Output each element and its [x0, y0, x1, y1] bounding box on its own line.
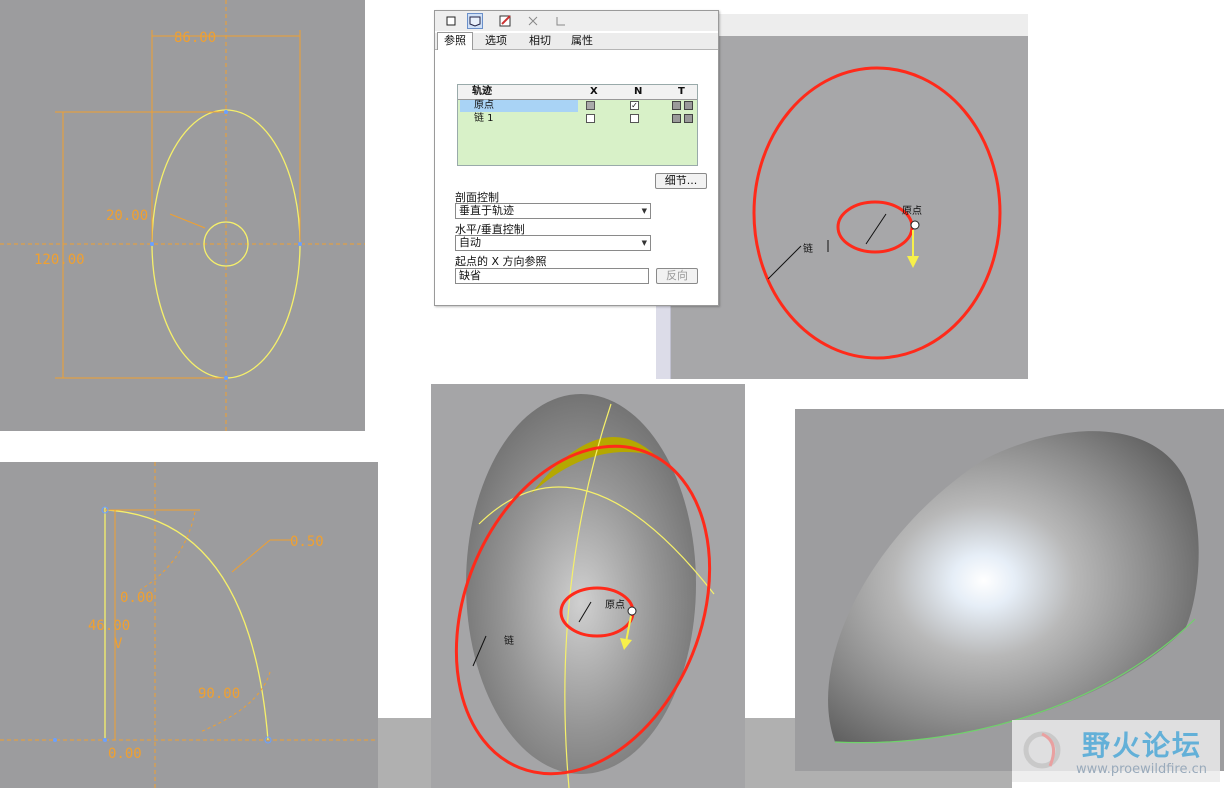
x-reference-label: 起点的 X 方向参照: [455, 255, 547, 268]
axis-v-label: V: [114, 636, 123, 652]
trajectory-table: 轨迹 X N T 原点 ✓ 链 1: [457, 84, 698, 166]
hv-control-value: 自动: [459, 236, 481, 249]
thin-icon[interactable]: [553, 13, 569, 29]
x-checkbox[interactable]: [586, 114, 595, 123]
watermark: 野火论坛 www.proewildfire.cn: [1012, 720, 1220, 782]
dialog-tabs: 参照 选项 相切 属性: [435, 32, 718, 50]
t-toggle[interactable]: [684, 114, 693, 123]
viewport-bottom-right-canvas: [828, 431, 1199, 744]
section-control-select[interactable]: 垂直于轨迹 ▼: [455, 203, 651, 219]
sketch-top-left-canvas: 86.00 120.00 20.00: [0, 0, 365, 431]
dim-top[interactable]: 0.50: [290, 534, 324, 550]
dome-model[interactable]: [828, 431, 1199, 743]
n-checkbox[interactable]: ✓: [630, 101, 639, 110]
origin-label: 原点: [605, 599, 625, 611]
trajectory-origin[interactable]: [836, 200, 914, 254]
trim-icon[interactable]: [525, 13, 541, 29]
tab-references[interactable]: 参照: [437, 32, 473, 50]
n-checkbox[interactable]: [630, 114, 639, 123]
header-n: N: [634, 86, 643, 97]
origin-label: 原点: [902, 205, 922, 217]
flip-button[interactable]: 反向: [656, 268, 698, 284]
dim-angle[interactable]: 90.00: [198, 686, 240, 702]
table-row[interactable]: 链 1: [458, 113, 697, 125]
table-header: 轨迹 X N T: [458, 85, 697, 100]
dim-circle[interactable]: 20.00: [106, 208, 148, 224]
sketch-top-left: 86.00 120.00 20.00: [0, 0, 365, 431]
chevron-down-icon: ▼: [641, 207, 647, 215]
hv-control-select[interactable]: 自动 ▼: [455, 235, 651, 251]
t-toggle[interactable]: [672, 114, 681, 123]
header-trajectory: 轨迹: [472, 86, 492, 97]
sketch-bottom-left-canvas: 0.50 0.00 46.00 90.00 0.00 V: [0, 462, 378, 788]
sketch-bottom-left: 0.50 0.00 46.00 90.00 0.00 V: [0, 462, 378, 788]
sweep-dialog: 参照 选项 相切 属性 轨迹 X N T 原点 ✓ 链 1 细节... 剖面控制…: [434, 10, 719, 306]
t-toggle[interactable]: [672, 101, 681, 110]
solid-icon[interactable]: [443, 13, 459, 29]
surface-icon[interactable]: [467, 13, 483, 29]
row-name: 链 1: [474, 113, 494, 124]
row-name: 原点: [460, 100, 578, 112]
watermark-logo-icon: [1023, 731, 1061, 769]
dialog-toolbar: [435, 11, 718, 31]
table-row[interactable]: 原点 ✓: [458, 100, 697, 112]
dim-mid[interactable]: 0.00: [120, 590, 154, 606]
dim-width[interactable]: 86.00: [174, 30, 216, 46]
viewport-bottom-mid: 原点 链: [431, 384, 745, 788]
section-control-value: 垂直于轨迹: [459, 204, 514, 217]
details-button[interactable]: 细节...: [655, 173, 707, 189]
dim-left[interactable]: 46.00: [88, 618, 130, 634]
dim-bottom[interactable]: 0.00: [108, 746, 142, 762]
viewport-bottom-mid-canvas: 原点 链: [454, 394, 715, 788]
edit-icon[interactable]: [497, 13, 513, 29]
x-checkbox[interactable]: [586, 101, 595, 110]
t-toggle[interactable]: [684, 101, 693, 110]
trajectory-chain[interactable]: [752, 66, 1002, 360]
watermark-title: 野火论坛: [1082, 729, 1203, 762]
tab-tangency[interactable]: 相切: [523, 33, 557, 49]
chevron-down-icon: ▼: [641, 239, 647, 247]
x-reference-value: 缺省: [459, 269, 481, 282]
watermark-url: www.proewildfire.cn: [1076, 762, 1207, 777]
chain-label: 链: [504, 634, 514, 647]
tab-options[interactable]: 选项: [479, 33, 513, 49]
tab-properties[interactable]: 属性: [565, 33, 599, 49]
chain-label: 链: [803, 242, 813, 255]
header-t: T: [678, 86, 685, 97]
viewport-bottom-right: [795, 409, 1224, 771]
dim-height[interactable]: 120.00: [34, 252, 85, 268]
x-reference-field[interactable]: 缺省: [455, 268, 649, 284]
header-x: X: [590, 86, 598, 97]
